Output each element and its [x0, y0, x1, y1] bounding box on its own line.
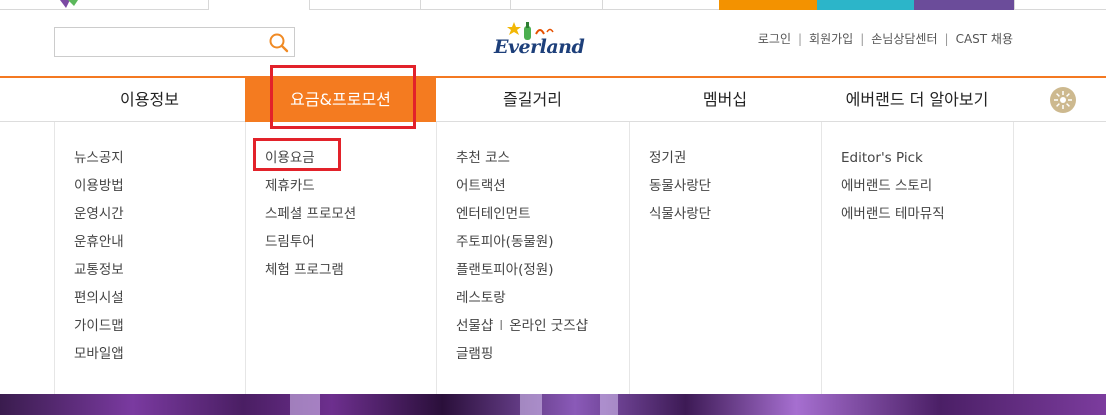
- menu-item-mobile-app[interactable]: 모바일앱: [74, 340, 124, 368]
- mega-menu: 뉴스공지 이용방법 운영시간 운휴안내 교통정보 편의시설 가이드맵 모바일앱 …: [0, 122, 1106, 394]
- menu-item-attractions[interactable]: 어트랙션: [456, 172, 588, 200]
- top-tab-6[interactable]: [602, 0, 719, 10]
- all-menu-button[interactable]: [1050, 87, 1076, 113]
- top-tab-3[interactable]: [309, 0, 420, 10]
- menu-item-animal-lovers[interactable]: 동물사랑단: [649, 172, 711, 200]
- menu-item-editors-pick[interactable]: Editor's Pick: [841, 144, 945, 172]
- hero-banner-edge: [0, 394, 1106, 415]
- menu-item-shop-row: 선물샵 I 온라인 굿즈샵: [456, 312, 588, 340]
- menu-item-experience-program[interactable]: 체험 프로그램: [265, 256, 356, 284]
- top-tab-purple[interactable]: [914, 0, 1014, 10]
- top-tab-cyan[interactable]: [817, 0, 914, 10]
- search-input[interactable]: [59, 31, 263, 55]
- highlight-box-menu-item: [253, 138, 341, 171]
- menu-item-hours[interactable]: 운영시간: [74, 200, 124, 228]
- banner-highlight: [520, 394, 542, 415]
- menu-item-plantopia[interactable]: 플랜토피아(정원): [456, 256, 588, 284]
- logo-text: Everland: [494, 36, 585, 58]
- menu-item-partner-cards[interactable]: 제휴카드: [265, 172, 356, 200]
- nav-usage-info[interactable]: 이용정보: [54, 78, 245, 122]
- top-tab-1[interactable]: [0, 0, 208, 10]
- menu-item-plant-lovers[interactable]: 식물사랑단: [649, 200, 711, 228]
- divider: I: [499, 318, 504, 334]
- menu-item-everland-story[interactable]: 에버랜드 스토리: [841, 172, 945, 200]
- menu-column-membership: 정기권 동물사랑단 식물사랑단: [629, 122, 821, 394]
- menu-item-zootopia[interactable]: 주토피아(동물원): [456, 228, 588, 256]
- divider: |: [860, 32, 865, 46]
- menu-item-news[interactable]: 뉴스공지: [74, 144, 124, 172]
- divider: |: [944, 32, 949, 46]
- menu-item-traffic[interactable]: 교통정보: [74, 256, 124, 284]
- menu-item-glamping[interactable]: 글램핑: [456, 340, 588, 368]
- nav-membership[interactable]: 멤버십: [629, 78, 821, 122]
- nav-about-everland[interactable]: 에버랜드 더 알아보기: [821, 78, 1013, 122]
- top-tab-last[interactable]: [1014, 0, 1106, 10]
- menu-item-theme-music[interactable]: 에버랜드 테마뮤직: [841, 200, 945, 228]
- top-tab-strip: [0, 0, 1106, 10]
- utility-links: 로그인 | 회원가입 | 손님상담센터 | CAST 채용: [758, 30, 1013, 47]
- menu-column-empty: [1013, 122, 1106, 394]
- top-tab-5[interactable]: [510, 0, 602, 10]
- menu-item-recommended-course[interactable]: 추천 코스: [456, 144, 588, 172]
- top-tab-4[interactable]: [420, 0, 510, 10]
- menu-item-dream-tour[interactable]: 드림투어: [265, 228, 356, 256]
- menu-column-usage: 뉴스공지 이용방법 운영시간 운휴안내 교통정보 편의시설 가이드맵 모바일앱: [54, 122, 245, 394]
- main-navigation: 이용정보 요금&프로모션 즐길거리 멤버십 에버랜드 더 알아보기: [0, 76, 1106, 122]
- divider: |: [798, 32, 803, 46]
- cast-recruit-link[interactable]: CAST 채용: [956, 32, 1013, 46]
- nav-attractions[interactable]: 즐길거리: [436, 78, 629, 122]
- highlight-box-nav: [270, 65, 416, 129]
- menu-item-online-goods-shop[interactable]: 온라인 굿즈샵: [509, 318, 588, 334]
- sunburst-icon: [1054, 91, 1072, 109]
- menu-item-guide-map[interactable]: 가이드맵: [74, 312, 124, 340]
- menu-column-about: Editor's Pick 에버랜드 스토리 에버랜드 테마뮤직: [821, 122, 1013, 394]
- menu-item-entertainment[interactable]: 엔터테인먼트: [456, 200, 588, 228]
- login-link[interactable]: 로그인: [758, 32, 791, 46]
- menu-item-special-promotion[interactable]: 스페셜 프로모션: [265, 200, 356, 228]
- search-box: [54, 27, 295, 57]
- menu-item-how-to-use[interactable]: 이용방법: [74, 172, 124, 200]
- menu-item-season-pass[interactable]: 정기권: [649, 144, 711, 172]
- menu-item-closure[interactable]: 운휴안내: [74, 228, 124, 256]
- menu-item-facilities[interactable]: 편의시설: [74, 284, 124, 312]
- menu-item-gift-shop[interactable]: 선물샵: [456, 318, 493, 334]
- customer-center-link[interactable]: 손님상담센터: [871, 32, 937, 46]
- everland-logo[interactable]: Everland: [492, 20, 585, 66]
- signup-link[interactable]: 회원가입: [809, 32, 853, 46]
- banner-highlight: [600, 394, 618, 415]
- menu-column-attractions: 추천 코스 어트랙션 엔터테인먼트 주토피아(동물원) 플랜토피아(정원) 레스…: [436, 122, 629, 394]
- brand-mark-icon: [60, 0, 78, 8]
- top-tab-2-active[interactable]: [208, 0, 309, 10]
- menu-item-restaurant[interactable]: 레스토랑: [456, 284, 588, 312]
- top-tab-orange[interactable]: [719, 0, 817, 10]
- banner-highlight: [290, 394, 320, 415]
- search-icon[interactable]: [268, 32, 290, 54]
